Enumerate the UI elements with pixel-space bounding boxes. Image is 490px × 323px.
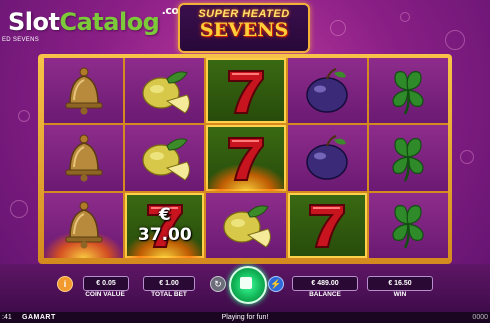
reel-2: € 37.00 (125, 58, 205, 258)
autoplay-button[interactable]: ↻ (210, 276, 226, 292)
win-label: WIN (393, 291, 407, 298)
turbo-button[interactable]: ⚡ (268, 276, 284, 292)
fire-bell-symbol (44, 192, 124, 258)
lemon-symbol (206, 192, 286, 258)
win-amount-overlay: € 37.00 (137, 205, 192, 246)
coin-value-label: COIN VALUE (85, 291, 125, 298)
slotcatalog-watermark: SlotCatalog .com (8, 4, 190, 36)
seven-symbol (206, 58, 286, 124)
fire-seven-symbol (206, 125, 286, 191)
total-bet-label: TOTAL BET (151, 291, 187, 298)
reel-5 (368, 58, 449, 258)
bell-symbol (44, 125, 124, 191)
balance-field: € 489.00 (292, 276, 358, 291)
seven-symbol (287, 192, 367, 258)
version-text: 0000 (472, 314, 488, 321)
watermark-catalog: Catalog (59, 8, 160, 36)
plum-symbol (287, 125, 367, 191)
autoplay-icon: ↻ (214, 279, 222, 289)
winning-seven-symbol: € 37.00 (125, 192, 205, 258)
reel-1 (44, 58, 124, 258)
game-logo: SUPER HEATED SEVENS (178, 3, 310, 53)
lightning-icon: ⚡ (270, 279, 282, 289)
info-icon: i (63, 279, 67, 289)
game-title-small: ED SEVENS (2, 37, 40, 43)
logo-main-text: SEVENS (199, 19, 289, 41)
win-field: € 16.50 (367, 276, 433, 291)
bell-symbol (44, 58, 124, 124)
balance-label: BALANCE (309, 291, 341, 298)
status-bar: :41 GAMART Playing for fun! 0000 (0, 312, 490, 323)
watermark-slot: Slot (8, 8, 60, 36)
spin-controls: ↻ ⚡ (210, 266, 284, 304)
clover-symbol (368, 125, 449, 191)
coin-value-field[interactable]: € 0.05 (83, 276, 129, 291)
reels-grid: € 37.00 (44, 58, 449, 258)
plum-symbol (287, 58, 367, 124)
info-button[interactable]: i (57, 276, 73, 292)
total-bet-field[interactable]: € 1.00 (143, 276, 195, 291)
reel-4 (287, 58, 367, 258)
lemon-symbol (125, 58, 205, 124)
clover-symbol (368, 58, 449, 124)
spin-button[interactable] (229, 266, 267, 304)
reel-3 (206, 58, 286, 258)
clover-symbol (368, 192, 449, 258)
play-mode-message: Playing for fun! (221, 314, 269, 321)
lemon-symbol (125, 125, 205, 191)
